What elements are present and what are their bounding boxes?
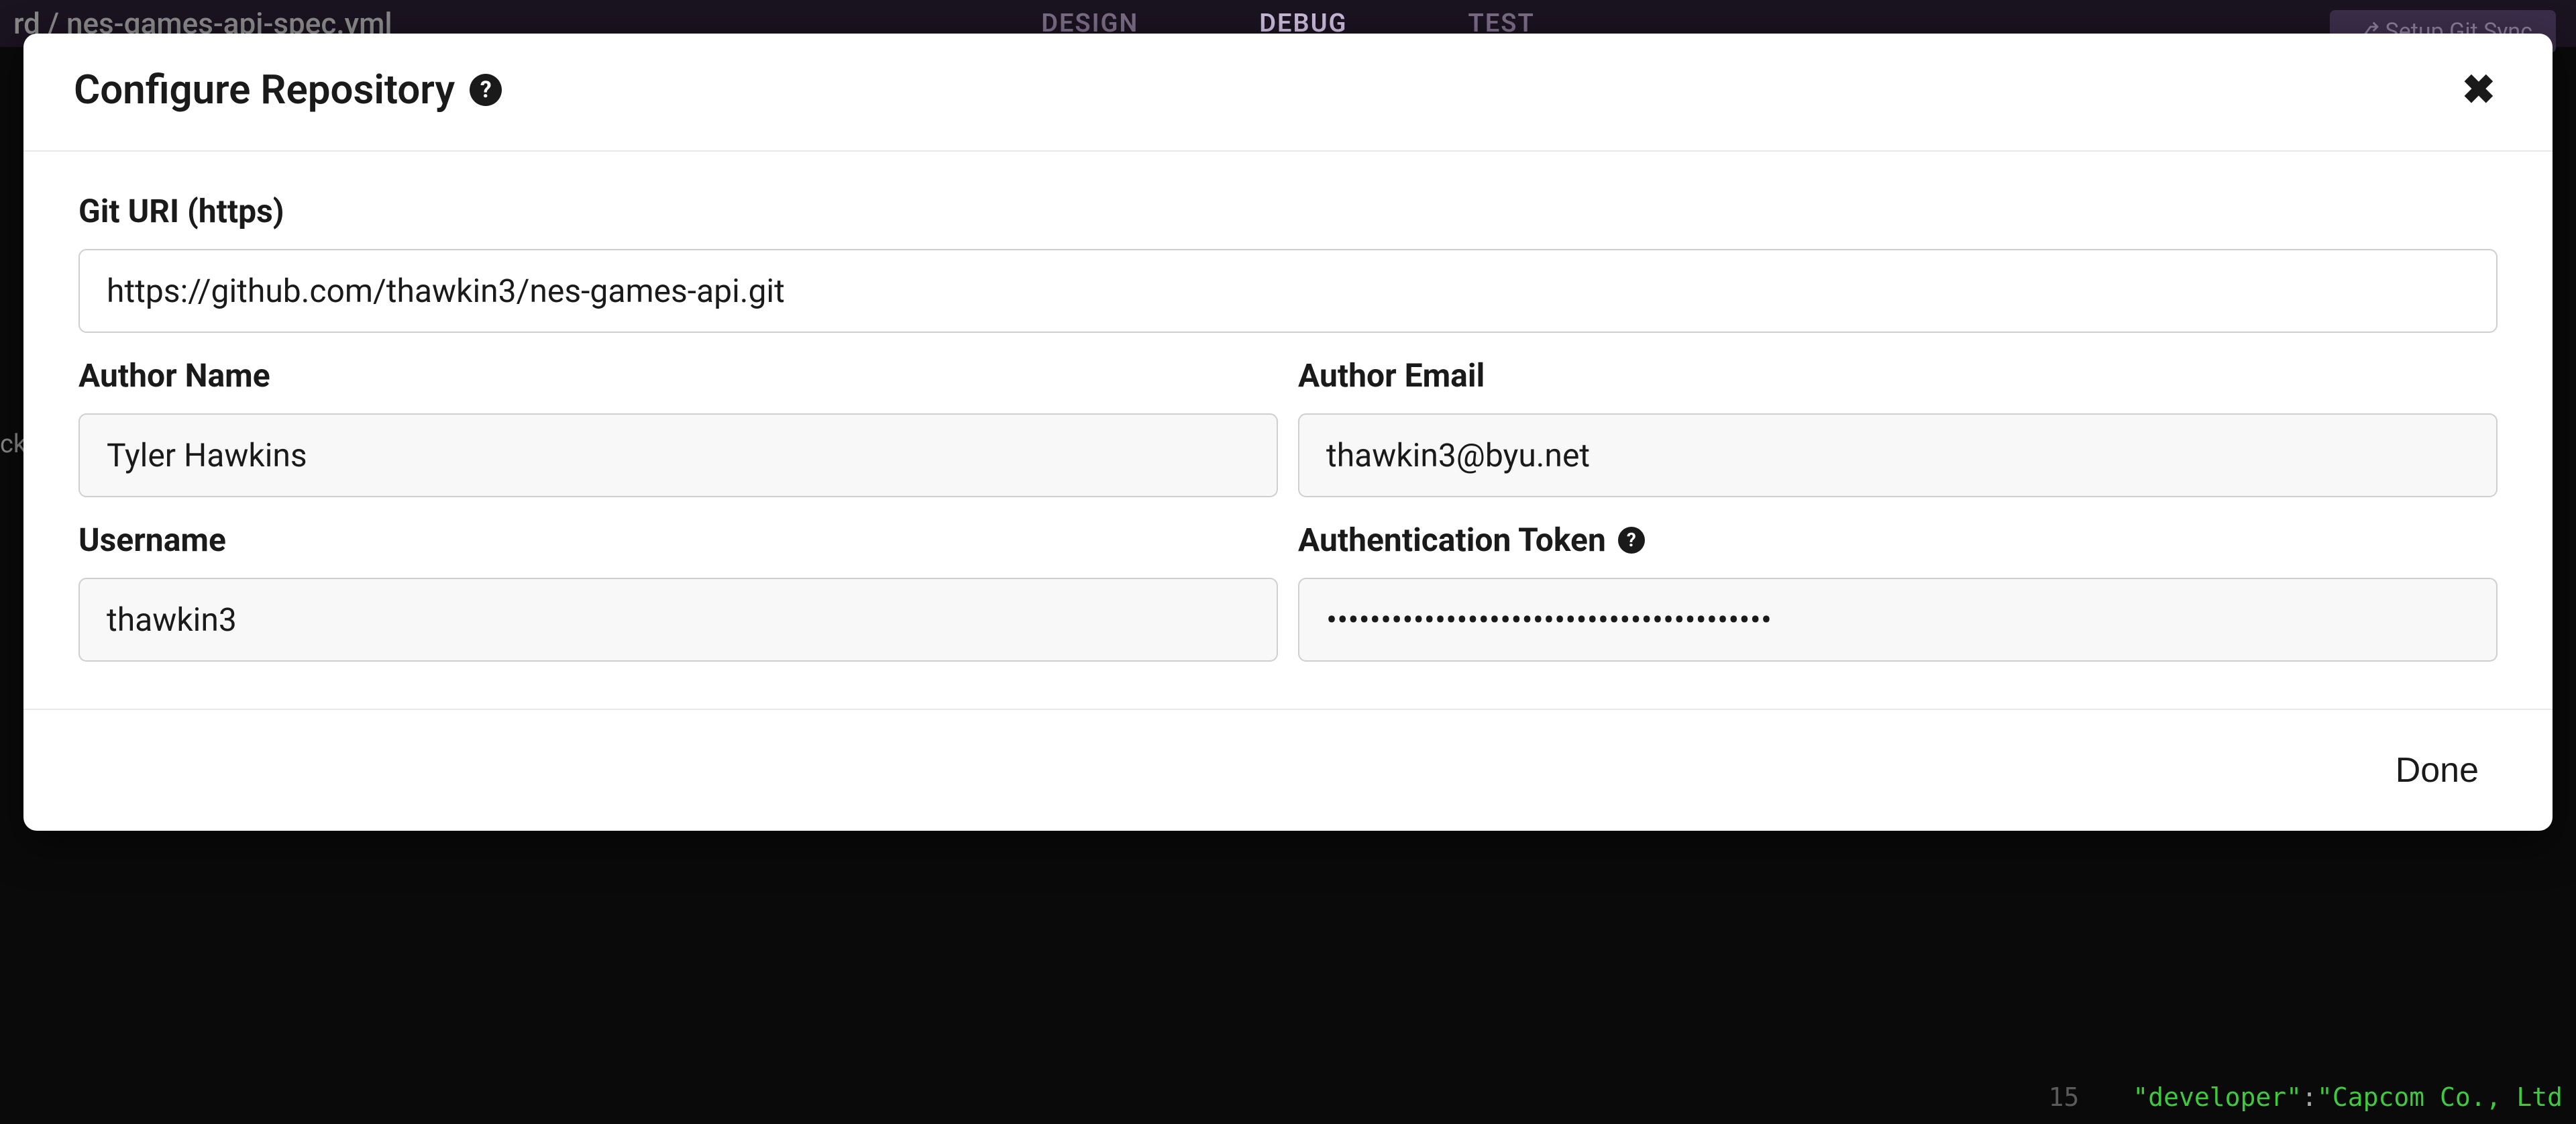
modal-title: Configure Repository: [74, 66, 455, 113]
username-label: Username: [78, 521, 1278, 559]
modal-footer: Done: [23, 709, 2553, 831]
form-group-author-email: Author Email: [1298, 356, 2498, 497]
form-row-git-uri: Git URI (https): [78, 192, 2498, 333]
form-row-credentials: Username Authentication Token ?: [78, 521, 2498, 662]
auth-token-label-text: Authentication Token: [1298, 521, 1606, 559]
auth-token-input[interactable]: [1298, 578, 2498, 662]
author-email-label: Author Email: [1298, 356, 2498, 395]
modal-overlay: Configure Repository ? ✖ Git URI (https)…: [0, 0, 2576, 1124]
modal-header: Configure Repository ? ✖: [23, 34, 2553, 152]
configure-repository-modal: Configure Repository ? ✖ Git URI (https)…: [23, 34, 2553, 831]
author-email-input[interactable]: [1298, 413, 2498, 497]
form-row-author: Author Name Author Email: [78, 356, 2498, 497]
close-icon[interactable]: ✖: [2455, 70, 2502, 110]
git-uri-label: Git URI (https): [78, 192, 2498, 230]
username-input[interactable]: [78, 578, 1278, 662]
modal-title-wrap: Configure Repository ?: [74, 66, 502, 113]
help-icon[interactable]: ?: [470, 74, 502, 106]
git-uri-input[interactable]: [78, 249, 2498, 333]
modal-body: Git URI (https) Author Name Author Email: [23, 152, 2553, 709]
author-name-input[interactable]: [78, 413, 1278, 497]
form-group-author-name: Author Name: [78, 356, 1278, 497]
auth-token-label: Authentication Token ?: [1298, 521, 2498, 559]
form-group-username: Username: [78, 521, 1278, 662]
form-group-git-uri: Git URI (https): [78, 192, 2498, 333]
form-group-auth-token: Authentication Token ?: [1298, 521, 2498, 662]
help-icon[interactable]: ?: [1618, 527, 1645, 554]
done-button[interactable]: Done: [2382, 744, 2492, 797]
author-name-label: Author Name: [78, 356, 1278, 395]
